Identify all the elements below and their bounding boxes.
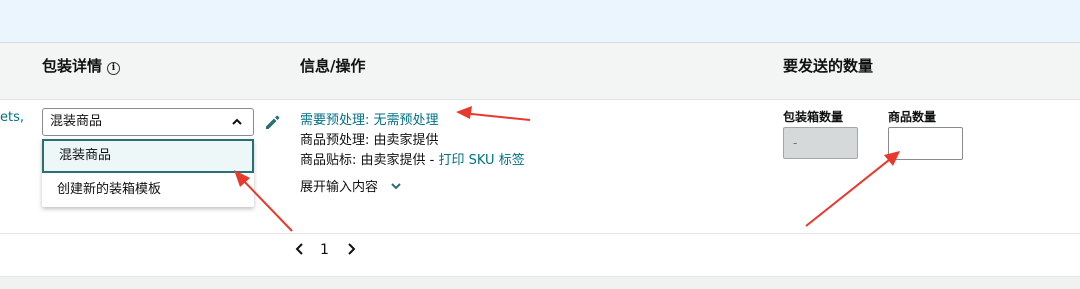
annotation-overlay <box>234 106 900 232</box>
annotation-arrow <box>234 170 293 232</box>
annotation-arrow <box>805 151 900 227</box>
annotation-arrow <box>456 106 531 121</box>
